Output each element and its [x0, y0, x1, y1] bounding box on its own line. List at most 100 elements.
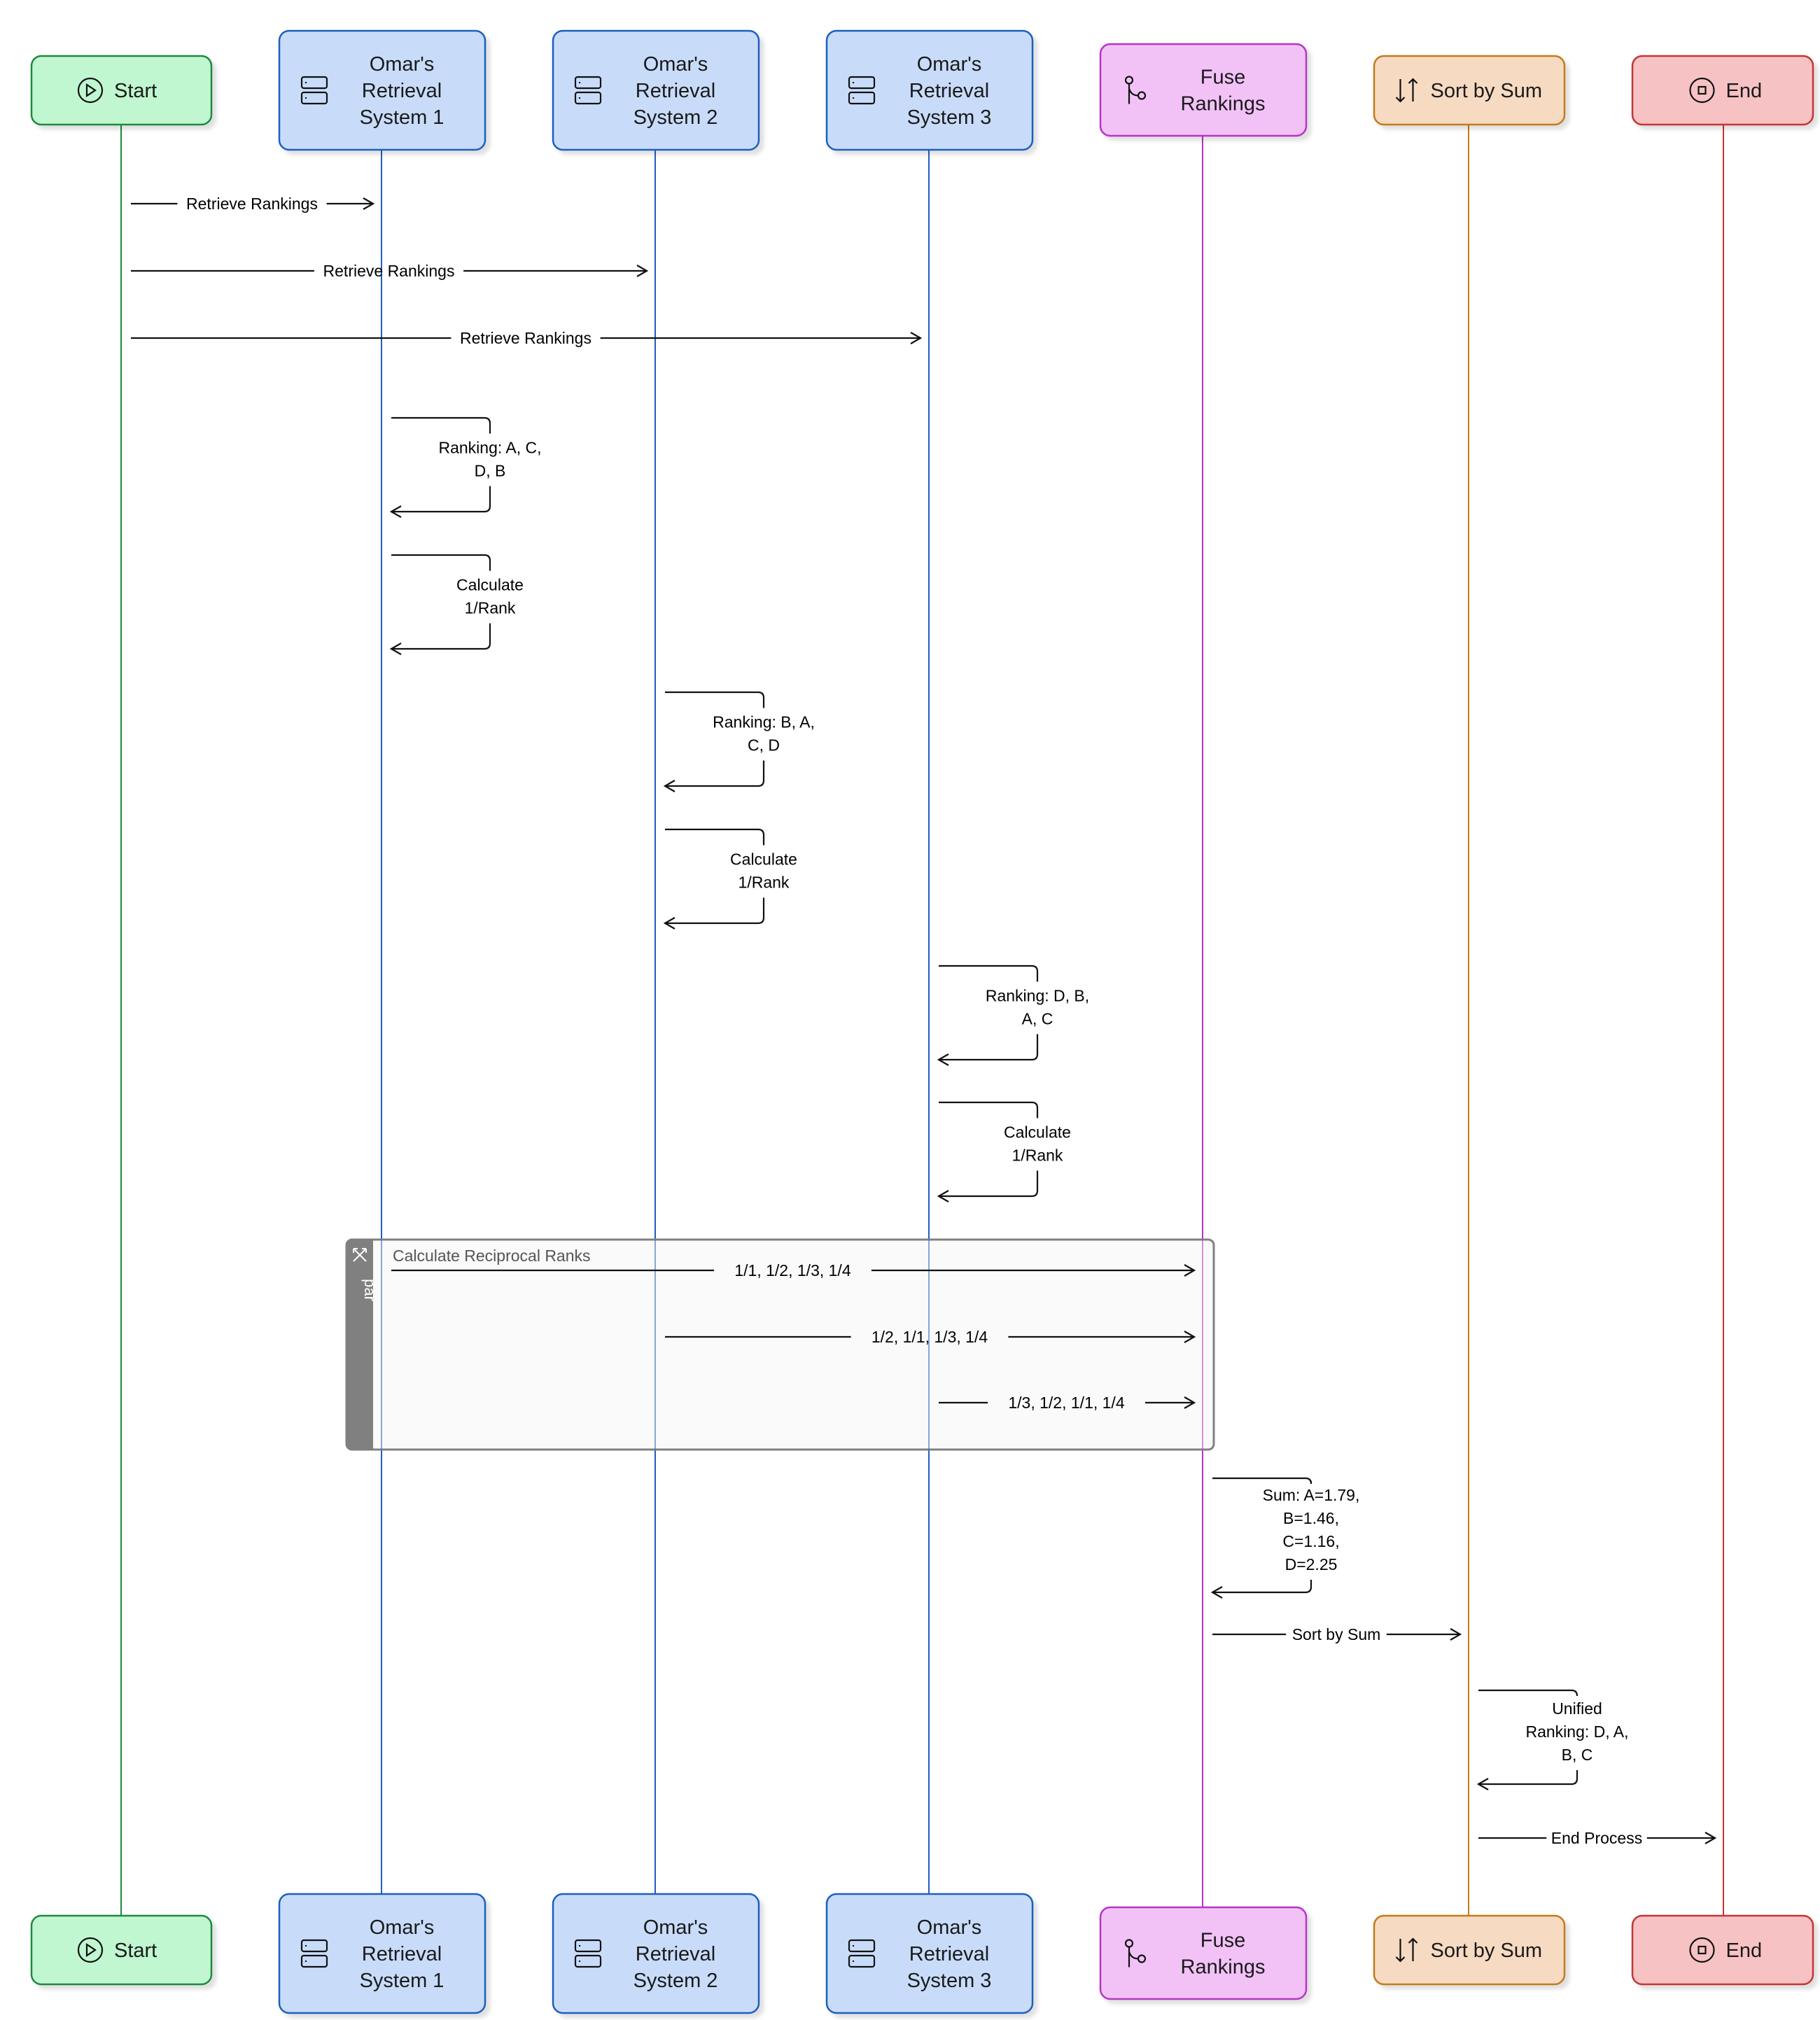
- participant-label: Start: [114, 80, 157, 102]
- message-label: C, D: [748, 736, 780, 755]
- message-label: 1/Rank: [738, 874, 790, 892]
- participant-label: System 1: [360, 1970, 444, 1992]
- self-message-line: [391, 554, 491, 571]
- participant-label: Retrieval: [909, 80, 989, 102]
- participant-label: System 1: [360, 106, 444, 129]
- message-label: Calculate: [456, 576, 524, 594]
- message-label: Sum: A=1.79,: [1263, 1486, 1360, 1504]
- participant-label: System 2: [634, 1970, 718, 1992]
- self-message-return-line: [1478, 1770, 1578, 1786]
- message-label: C=1.16,: [1282, 1532, 1339, 1550]
- message-sys2-to-sys2[interactable]: Ranking: B, A, C, D: [663, 691, 815, 792]
- participants: Start Start Omar's Retrieval System 1 Omar's R…: [30, 29, 1814, 2014]
- participant-label: Rankings: [1181, 93, 1266, 115]
- self-message-return-line: [665, 897, 765, 925]
- participant-label: Sort by Sum: [1431, 80, 1543, 102]
- participant-fuse-top[interactable]: Fuse Rankings: [1099, 43, 1308, 137]
- messages: Retrieve Rankings Retrieve Rankings Retrie…: [131, 195, 1717, 1847]
- participant-sys1-top[interactable]: Omar's Retrieval System 1: [278, 29, 486, 151]
- self-message-return-line: [1212, 1580, 1312, 1594]
- participant-label: System 3: [907, 106, 992, 129]
- participant-sys1-bottom[interactable]: Omar's Retrieval System 1: [278, 1893, 486, 2014]
- participant-label: Fuse: [1200, 66, 1245, 89]
- message-sys1-to-sys1[interactable]: Calculate 1/Rank: [389, 554, 524, 655]
- participant-label: Retrieval: [362, 80, 442, 102]
- self-message-line: [939, 965, 1039, 982]
- participant-sys3-top[interactable]: Omar's Retrieval System 3: [825, 29, 1034, 151]
- self-message-line: [1212, 1477, 1312, 1485]
- participant-start-bottom[interactable]: Start: [30, 1914, 213, 1986]
- participant-sys3-bottom[interactable]: Omar's Retrieval System 3: [825, 1893, 1034, 2014]
- self-message-line: [391, 416, 491, 434]
- message-label: D, B: [475, 462, 506, 480]
- message-label: A, C: [1022, 1010, 1054, 1028]
- message-label: Sort by Sum: [1292, 1625, 1381, 1643]
- message-label: B, C: [1562, 1746, 1593, 1764]
- self-message-line: [939, 1101, 1039, 1118]
- participant-sort-bottom[interactable]: Sort by Sum: [1373, 1914, 1566, 1986]
- message-label: D=2.25: [1285, 1555, 1338, 1573]
- message-label: 1/3, 1/2, 1/1, 1/4: [1008, 1394, 1124, 1412]
- participant-sort-top[interactable]: Sort by Sum: [1373, 55, 1566, 126]
- participant-label: Retrieval: [636, 80, 715, 102]
- message-sys2-to-sys2[interactable]: Calculate 1/Rank: [663, 828, 797, 930]
- message-label: Ranking: B, A,: [713, 713, 815, 731]
- participant-label: Omar's: [370, 53, 435, 76]
- message-label: Ranking: A, C,: [438, 439, 541, 457]
- message-label: Ranking: D, A,: [1525, 1723, 1628, 1741]
- message-label: End Process: [1551, 1829, 1642, 1847]
- message-label: Calculate: [730, 850, 797, 869]
- participant-label: Sort by Sum: [1431, 1940, 1543, 1962]
- participant-end-top[interactable]: End: [1631, 55, 1814, 126]
- participant-label: Omar's: [643, 53, 708, 76]
- participant-fuse-bottom[interactable]: Fuse Rankings: [1099, 1906, 1308, 2000]
- self-message-return-line: [939, 1034, 1039, 1061]
- participant-label: Retrieval: [909, 1943, 989, 1965]
- message-start-to-sys3[interactable]: Retrieve Rankings: [131, 329, 923, 347]
- self-message-line: [1478, 1689, 1578, 1697]
- participant-label: Start: [114, 1940, 157, 1962]
- message-label: B=1.46,: [1283, 1509, 1339, 1527]
- self-message-line: [665, 691, 765, 708]
- participant-sys2-top[interactable]: Omar's Retrieval System 2: [552, 29, 760, 151]
- message-label: Unified: [1552, 1699, 1602, 1718]
- message-label: Ranking: D, B,: [986, 987, 1089, 1005]
- message-label: 1/Rank: [465, 599, 516, 617]
- message-label: 1/2, 1/1, 1/3, 1/4: [872, 1328, 988, 1346]
- lifelines: [120, 125, 1724, 1916]
- message-fuse-to-sort[interactable]: Sort by Sum: [1212, 1625, 1462, 1643]
- message-label: Calculate: [1004, 1123, 1071, 1142]
- message-label: 1/Rank: [1012, 1146, 1063, 1165]
- par-keyword: par: [361, 1279, 379, 1301]
- message-start-to-sys2[interactable]: Retrieve Rankings: [131, 262, 649, 280]
- self-message-return-line: [391, 623, 491, 650]
- message-sys3-to-sys3[interactable]: Calculate 1/Rank: [937, 1101, 1071, 1202]
- message-sort-to-sort[interactable]: Unified Ranking: D, A, B, C: [1476, 1689, 1629, 1790]
- message-sort-to-end[interactable]: End Process: [1478, 1829, 1717, 1847]
- participant-label: Retrieval: [636, 1943, 715, 1965]
- participant-label: Rankings: [1181, 1956, 1266, 1979]
- self-message-line: [665, 828, 765, 846]
- par-title: Calculate Reciprocal Ranks: [393, 1247, 591, 1265]
- participant-label: End: [1726, 80, 1763, 102]
- participant-label: System 2: [634, 106, 718, 129]
- self-message-return-line: [939, 1170, 1039, 1198]
- participant-sys2-bottom[interactable]: Omar's Retrieval System 2: [552, 1893, 760, 2014]
- message-sys3-to-sys3[interactable]: Ranking: D, B, A, C: [937, 965, 1089, 1066]
- participant-label: Omar's: [917, 53, 982, 76]
- message-label: Retrieve Rankings: [323, 262, 455, 280]
- message-label: Retrieve Rankings: [460, 329, 592, 347]
- participant-label: Omar's: [917, 1916, 982, 1939]
- participant-label: Omar's: [643, 1916, 708, 1939]
- participant-label: System 3: [907, 1970, 992, 1992]
- message-label: 1/1, 1/2, 1/3, 1/4: [734, 1261, 850, 1279]
- message-sys1-to-sys1[interactable]: Ranking: A, C, D, B: [389, 416, 542, 518]
- participant-label: Fuse: [1200, 1930, 1245, 1952]
- message-fuse-to-fuse[interactable]: Sum: A=1.79, B=1.46, C=1.16, D=2.25: [1210, 1477, 1360, 1599]
- participant-label: Omar's: [370, 1916, 435, 1939]
- participant-end-bottom[interactable]: End: [1631, 1914, 1814, 1986]
- participant-label: Retrieval: [362, 1943, 442, 1965]
- message-start-to-sys1[interactable]: Retrieve Rankings: [131, 195, 375, 213]
- self-message-return-line: [391, 486, 491, 513]
- participant-start-top[interactable]: Start: [30, 55, 213, 126]
